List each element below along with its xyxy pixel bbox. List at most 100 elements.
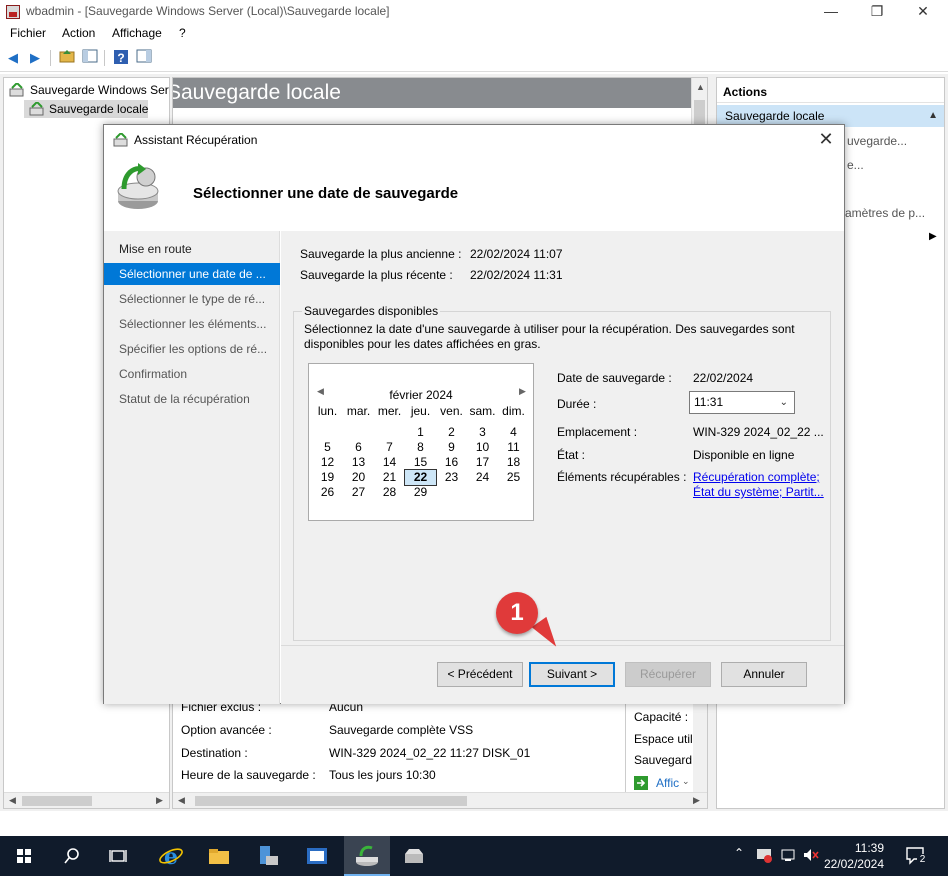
show-hide-action-pane-icon[interactable] — [135, 49, 153, 67]
tree-horizontal-scrollbar[interactable]: ◀ ▶ — [4, 792, 169, 808]
calendar-day[interactable]: 4 — [498, 425, 529, 440]
tray-network-alert-icon[interactable] — [756, 847, 772, 863]
calendar-day[interactable]: 23 — [436, 470, 467, 485]
previous-button[interactable]: < Précédent — [437, 662, 523, 687]
scroll-left-icon[interactable]: ◀ — [178, 795, 185, 806]
start-windows-icon[interactable] — [10, 842, 38, 870]
tray-network-icon[interactable] — [780, 847, 796, 863]
task-view-icon[interactable] — [104, 842, 132, 870]
calendar-day[interactable]: 9 — [436, 440, 467, 455]
calendar-day[interactable]: 20 — [343, 470, 374, 485]
recoverable-items-link[interactable]: Récupération complète; — [693, 470, 820, 484]
step-specifier-options[interactable]: Spécifier les options de ré... — [104, 338, 280, 360]
calendar-day[interactable]: 25 — [498, 470, 529, 485]
calendar-day[interactable]: 26 — [312, 485, 343, 500]
calendar-day[interactable]: 22 — [404, 469, 437, 486]
calendar-day[interactable]: 24 — [467, 470, 498, 485]
step-confirmation[interactable]: Confirmation — [104, 363, 280, 385]
backup-date-calendar[interactable]: ◀ février 2024 ▶ lun. mar. mer. jeu. ven… — [308, 363, 534, 521]
cancel-button[interactable]: Annuler — [721, 662, 807, 687]
next-button[interactable]: Suivant > — [529, 662, 615, 687]
calendar-day[interactable]: 2 — [436, 425, 467, 440]
dialog-titlebar: Assistant Récupération ✕ — [104, 125, 844, 155]
calendar-day[interactable]: 19 — [312, 470, 343, 485]
collapse-icon[interactable]: ▲ — [928, 105, 938, 127]
notification-center-icon[interactable]: 2 — [904, 844, 928, 868]
minimize-button[interactable]: — — [808, 0, 854, 24]
file-explorer-icon[interactable] — [205, 842, 233, 870]
step-statut[interactable]: Statut de la récupération — [104, 388, 280, 410]
recoverable-items-link[interactable]: État du système; Partit... — [693, 485, 824, 499]
forward-arrow-icon[interactable]: ▶ — [26, 49, 44, 67]
internet-explorer-icon[interactable]: e — [157, 842, 185, 870]
newest-backup-label: Sauvegarde la plus récente : — [300, 268, 453, 282]
scroll-right-icon[interactable]: ▶ — [156, 795, 163, 806]
calendar-day[interactable]: 16 — [436, 455, 467, 470]
calendar-day[interactable]: 6 — [343, 440, 374, 455]
show-hide-tree-icon[interactable] — [81, 49, 99, 67]
help-icon[interactable]: ? — [112, 49, 130, 67]
display-link[interactable]: Affic — [656, 776, 679, 790]
weekday: mer. — [377, 404, 402, 418]
tree-root-item[interactable]: Sauvegarde Windows Server (Local) — [30, 83, 169, 97]
scroll-thumb[interactable] — [22, 796, 92, 806]
search-icon[interactable] — [58, 842, 86, 870]
drive-icon[interactable] — [400, 842, 428, 870]
tray-chevron-up-icon[interactable]: ⌃ — [734, 846, 744, 860]
calendar-day[interactable]: 14 — [374, 455, 405, 470]
server-manager-icon[interactable] — [254, 842, 282, 870]
menu-fichier[interactable]: Fichier — [10, 26, 46, 40]
action-item[interactable]: e... — [847, 158, 864, 172]
submenu-arrow-icon[interactable]: ▶ — [929, 231, 937, 242]
calendar-day[interactable]: 17 — [467, 455, 498, 470]
duree-dropdown[interactable]: 11:31 ⌄ — [689, 391, 795, 414]
calendar-day[interactable]: 13 — [343, 455, 374, 470]
calendar-day[interactable]: 7 — [374, 440, 405, 455]
calendar-day[interactable]: 18 — [498, 455, 529, 470]
menu-affichage[interactable]: Affichage — [112, 26, 162, 40]
weekday: mar. — [346, 404, 371, 418]
calendar-day[interactable]: 29 — [405, 485, 436, 500]
calendar-day[interactable]: 11 — [498, 440, 529, 455]
up-folder-icon[interactable] — [58, 49, 76, 67]
location-value: WIN-329 2024_02_22 ... — [693, 425, 824, 439]
taskbar-clock[interactable]: 11:39 22/02/2024 — [812, 840, 884, 872]
close-window-button[interactable]: ✕ — [900, 0, 946, 24]
calendar-empty-cell — [467, 485, 498, 500]
dialog-close-button[interactable]: ✕ — [816, 129, 836, 150]
menu-help[interactable]: ? — [179, 26, 186, 40]
step-type-recuperation[interactable]: Sélectionner le type de ré... — [104, 288, 280, 310]
scroll-right-icon[interactable]: ▶ — [693, 795, 700, 806]
menu-action[interactable]: Action — [62, 26, 95, 40]
calendar-day[interactable]: 10 — [467, 440, 498, 455]
calendar-day[interactable]: 1 — [405, 425, 436, 440]
back-arrow-icon[interactable]: ◀ — [4, 49, 22, 67]
step-selectionner-elements[interactable]: Sélectionner les éléments... — [104, 313, 280, 335]
calendar-day[interactable]: 15 — [405, 455, 436, 470]
wbadmin-taskbar-button[interactable] — [344, 836, 390, 876]
recover-button[interactable]: Récupérer — [625, 662, 711, 687]
step-selectionner-date[interactable]: Sélectionner une date de ... — [104, 263, 280, 285]
scroll-left-icon[interactable]: ◀ — [9, 795, 16, 806]
calendar-next-month-icon[interactable]: ▶ — [519, 386, 526, 397]
calendar-day[interactable]: 8 — [405, 440, 436, 455]
toolbar-separator — [104, 50, 105, 66]
calendar-day[interactable]: 12 — [312, 455, 343, 470]
window-title: wbadmin - [Sauvegarde Windows Server (Lo… — [26, 4, 390, 18]
scroll-down-icon[interactable]: ⌄ — [682, 776, 690, 787]
action-item[interactable]: amètres de p... — [845, 206, 925, 220]
restore-button[interactable]: ❐ — [854, 0, 900, 24]
calendar-day[interactable]: 3 — [467, 425, 498, 440]
notification-count: 2 — [917, 854, 928, 866]
calendar-day[interactable]: 28 — [374, 485, 405, 500]
tree-item-sauvegarde-locale[interactable]: Sauvegarde locale — [49, 102, 148, 116]
action-item[interactable]: uvegarde... — [847, 134, 907, 148]
scroll-thumb[interactable] — [195, 796, 467, 806]
calendar-day[interactable]: 27 — [343, 485, 374, 500]
step-mise-en-route[interactable]: Mise en route — [104, 238, 280, 260]
center-horizontal-scrollbar[interactable]: ◀ ▶ — [173, 792, 707, 808]
scroll-up-icon[interactable]: ▲ — [696, 82, 705, 92]
calendar-day[interactable]: 21 — [374, 470, 405, 485]
powershell-icon[interactable] — [303, 842, 331, 870]
calendar-day[interactable]: 5 — [312, 440, 343, 455]
